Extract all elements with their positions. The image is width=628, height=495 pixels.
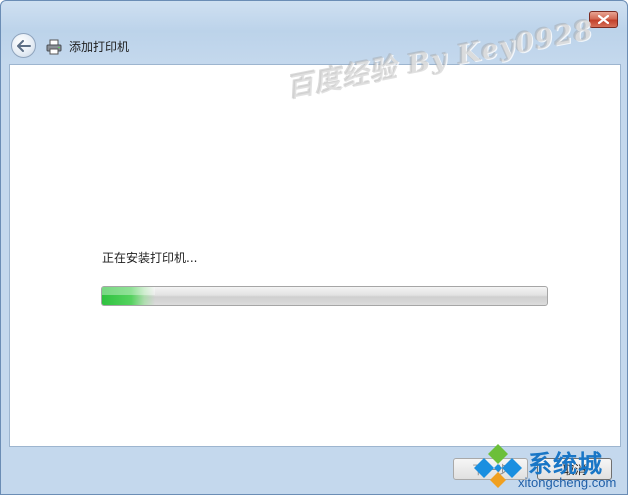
close-button[interactable] bbox=[589, 11, 618, 28]
back-button[interactable] bbox=[11, 33, 36, 58]
site-name: 系统城 bbox=[528, 450, 603, 478]
wizard-content: 正在安装打印机... bbox=[9, 64, 621, 447]
close-icon bbox=[598, 15, 609, 24]
printer-icon bbox=[46, 39, 62, 55]
diamond-logo-icon bbox=[474, 444, 522, 488]
add-printer-window: 添加打印机 正在安装打印机... 下一步 取消 百度经验 By Key0928 bbox=[0, 0, 628, 495]
status-text: 正在安装打印机... bbox=[102, 251, 198, 265]
back-arrow-icon bbox=[16, 39, 31, 52]
site-logo: 系统城 xitongcheng.com bbox=[470, 438, 628, 495]
progress-bar bbox=[101, 286, 548, 306]
progress-fill bbox=[102, 287, 156, 305]
window-title: 添加打印机 bbox=[69, 40, 130, 54]
site-url: xitongcheng.com bbox=[518, 475, 617, 490]
